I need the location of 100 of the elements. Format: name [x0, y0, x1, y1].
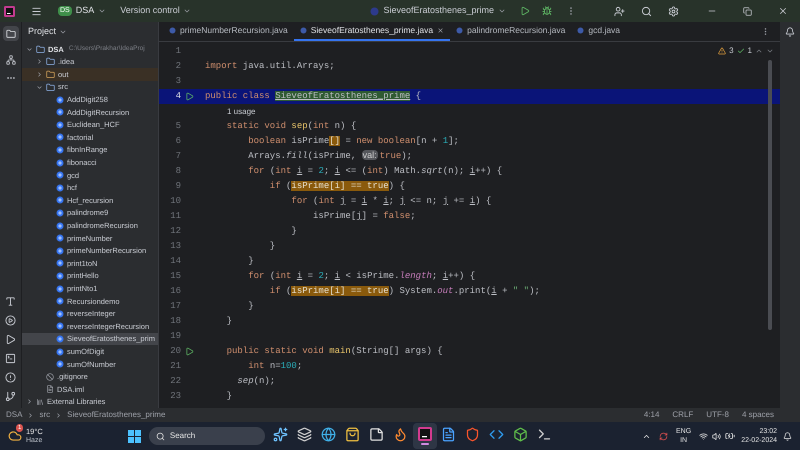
project-tool-button[interactable]	[2, 26, 18, 41]
git-branch-icon[interactable]	[5, 391, 16, 402]
chevron-down-icon[interactable]	[36, 84, 43, 91]
editor-tab[interactable]: SieveofEratosthenes_prime.java	[294, 21, 450, 41]
ban-icon	[46, 372, 54, 381]
line-number: 1	[174, 44, 181, 58]
run-icon[interactable]	[5, 334, 16, 345]
line-number: 21	[169, 360, 181, 373]
document-icon	[441, 426, 456, 442]
layers-icon	[297, 426, 312, 442]
chevron-down-icon[interactable]	[26, 46, 33, 53]
shield-icon	[465, 426, 480, 442]
restore-icon[interactable]	[743, 6, 752, 16]
cursor-position[interactable]: 4:14	[644, 409, 660, 421]
file-icon	[46, 385, 54, 394]
run-config-name: SieveofEratosthenes_prime	[383, 4, 494, 18]
circle-icon	[56, 234, 64, 242]
settings-icon[interactable]	[668, 6, 679, 16]
line-number: 17	[169, 300, 181, 313]
line-number: 9	[174, 180, 181, 193]
line-number: 22	[169, 374, 181, 388]
app-logo-icon	[418, 427, 432, 441]
version-control-menu[interactable]: Version control	[120, 4, 191, 18]
taskbar-search-field[interactable]: Search	[148, 427, 265, 445]
code-line: for (int i = 2; i < isPrime.length; i++) {	[247, 270, 476, 283]
scrollbar[interactable]	[768, 60, 772, 330]
search-icon[interactable]	[641, 6, 652, 16]
debug-icon[interactable]	[542, 6, 552, 16]
folder-icon	[6, 28, 16, 38]
bag-icon	[345, 426, 360, 442]
taskbar-app-button[interactable]	[412, 423, 437, 449]
run-icon[interactable]	[185, 92, 194, 101]
file-encoding[interactable]: UTF-8	[706, 409, 729, 421]
library-icon	[36, 398, 44, 406]
usage-hint[interactable]: 1 usage	[227, 106, 256, 118]
search-placeholder: Search	[170, 430, 196, 442]
circle-icon	[56, 246, 64, 255]
close-icon[interactable]	[778, 6, 788, 16]
circle-icon	[56, 146, 64, 154]
chevron-right-icon	[55, 412, 62, 418]
editor-tab[interactable]: palindromeRecursion.java	[450, 21, 572, 41]
breadcrumb[interactable]: SieveofEratosthenes_prime	[67, 409, 166, 421]
windows-logo-icon[interactable]	[128, 430, 141, 442]
circle-icon	[300, 26, 307, 34]
breadcrumb[interactable]: DSA	[6, 409, 22, 421]
chevron-right-icon[interactable]	[26, 398, 33, 406]
chevron-down-icon	[98, 7, 106, 15]
structure-icon[interactable]	[6, 55, 16, 65]
close-icon[interactable]	[437, 26, 444, 34]
circle-icon	[56, 284, 64, 293]
folder-icon	[46, 70, 55, 79]
code-line: sep(n);	[236, 374, 276, 388]
code-line: public static void main(String[] args) {	[226, 344, 443, 358]
line-number: 5	[174, 120, 181, 133]
line-separator[interactable]: CRLF	[672, 409, 694, 421]
line-number: 4	[174, 90, 181, 103]
tab-label: palindromeRecursion.java	[467, 24, 566, 36]
play-circle-icon[interactable]	[5, 315, 16, 326]
flame-icon	[393, 426, 408, 442]
wifi-icon[interactable]	[699, 432, 708, 440]
chevron-down-icon	[182, 7, 191, 15]
globe-icon	[321, 426, 336, 442]
circle-icon	[56, 171, 64, 180]
battery-icon[interactable]	[725, 431, 736, 441]
notifications-icon[interactable]	[785, 27, 795, 37]
indent-setting[interactable]: 4 spaces	[742, 409, 774, 421]
line-number: 16	[169, 284, 181, 298]
volume-icon[interactable]	[712, 432, 722, 440]
chevron-right-icon[interactable]	[36, 58, 43, 66]
chevron-down-icon[interactable]	[766, 47, 774, 55]
circle-icon	[56, 158, 64, 167]
circle-icon	[577, 26, 584, 34]
code-line: }	[290, 224, 297, 238]
run-icon[interactable]	[185, 347, 194, 356]
circle-icon	[56, 310, 64, 318]
terminal-icon[interactable]	[5, 353, 16, 364]
code-line: if (isPrime[i] == true) {	[268, 180, 405, 193]
circle-icon	[56, 259, 64, 268]
add-user-icon[interactable]	[614, 6, 625, 16]
menu-icon[interactable]	[31, 6, 42, 16]
circle-icon	[56, 272, 64, 280]
run-config-selector[interactable]: SieveofEratosthenes_prime	[370, 4, 506, 18]
alert-icon[interactable]	[5, 372, 16, 383]
warning-count: 3	[729, 45, 734, 57]
circle-icon	[56, 222, 64, 230]
panel-title: Project	[28, 25, 56, 38]
breadcrumb[interactable]: src	[39, 409, 50, 421]
chevron-right-icon[interactable]	[36, 70, 43, 78]
note-icon	[369, 426, 384, 442]
text-icon[interactable]	[5, 296, 16, 307]
run-icon[interactable]	[520, 6, 530, 16]
folder-icon	[46, 82, 55, 92]
notifications-icon[interactable]	[783, 432, 792, 440]
sync-icon[interactable]	[659, 432, 668, 440]
check-icon[interactable]	[736, 47, 745, 55]
editor-tab[interactable]: primeNumberRecursion.java	[163, 21, 294, 41]
warning-icon[interactable]	[718, 47, 726, 55]
editor-tab[interactable]: gcd.java	[571, 21, 626, 41]
line-number: 13	[169, 240, 181, 253]
code-line: for (int i = 2; i <= (int) Math.sqrt(n); i++) {	[247, 164, 502, 178]
